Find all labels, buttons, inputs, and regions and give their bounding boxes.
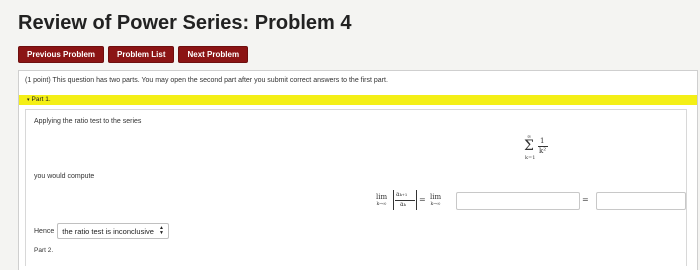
lim-sub-1: k→∞ (376, 202, 387, 207)
ratio-abs-fraction: aₖ₊₁ aₖ (393, 190, 417, 210)
problem-list-button[interactable]: Problem List (108, 46, 175, 63)
part1-header[interactable]: ▾ Part 1. (19, 95, 697, 105)
conclusion-select[interactable]: the ratio test is inconclusive ▲ ▼ (57, 223, 169, 239)
limit-2: lim k→∞ (430, 193, 441, 207)
up-down-arrows-icon: ▲ ▼ (158, 225, 164, 236)
sum-lower-limit: k=1 (525, 155, 536, 161)
ratio-denominator: aₖ (400, 201, 406, 208)
next-problem-button[interactable]: Next Problem (178, 46, 249, 63)
sigma-symbol: Σ (524, 138, 534, 154)
series-numerator: 1 (540, 137, 545, 145)
lim-text-2: lim (430, 193, 442, 201)
series-denominator: k² (539, 147, 547, 155)
limit-1: lim k→∞ (376, 193, 387, 207)
page-title: Review of Power Series: Problem 4 (18, 12, 352, 34)
limit-value-input[interactable] (596, 192, 686, 210)
problem-panel: (1 point) This question has two parts. Y… (18, 70, 698, 270)
hence-text: Hence (34, 227, 55, 235)
lim-text-1: lim (376, 193, 388, 201)
part1-toggle[interactable]: ▾ Part 1. (27, 96, 51, 103)
conclusion-select-value: the ratio test is inconclusive (62, 226, 154, 236)
limit-expression-input[interactable] (456, 192, 580, 210)
series-expression: ∞ Σ k=1 1 k² (524, 134, 560, 165)
previous-problem-button[interactable]: Previous Problem (18, 46, 105, 63)
part1-label: Part 1. (31, 96, 51, 103)
equals-sign-2: = (582, 195, 589, 204)
compute-text: you would compute (34, 173, 95, 180)
lim-sub-2: k→∞ (430, 202, 441, 207)
part1-content: Applying the ratio test to the series ∞ … (25, 109, 687, 266)
ratio-limit-expression: lim k→∞ aₖ₊₁ aₖ = lim k→∞ = (376, 190, 686, 214)
ratio-numerator: aₖ₊₁ (396, 191, 408, 198)
problem-nav: Previous Problem Problem List Next Probl… (18, 46, 249, 63)
applying-text: Applying the ratio test to the series (34, 118, 142, 125)
part2-label[interactable]: Part 2. (34, 247, 53, 254)
hence-row: Hence the ratio test is inconclusive ▲ ▼ (34, 223, 169, 239)
equals-sign-1: = (419, 195, 426, 204)
problem-intro: (1 point) This question has two parts. Y… (25, 77, 388, 84)
caret-down-icon: ▾ (27, 96, 30, 103)
